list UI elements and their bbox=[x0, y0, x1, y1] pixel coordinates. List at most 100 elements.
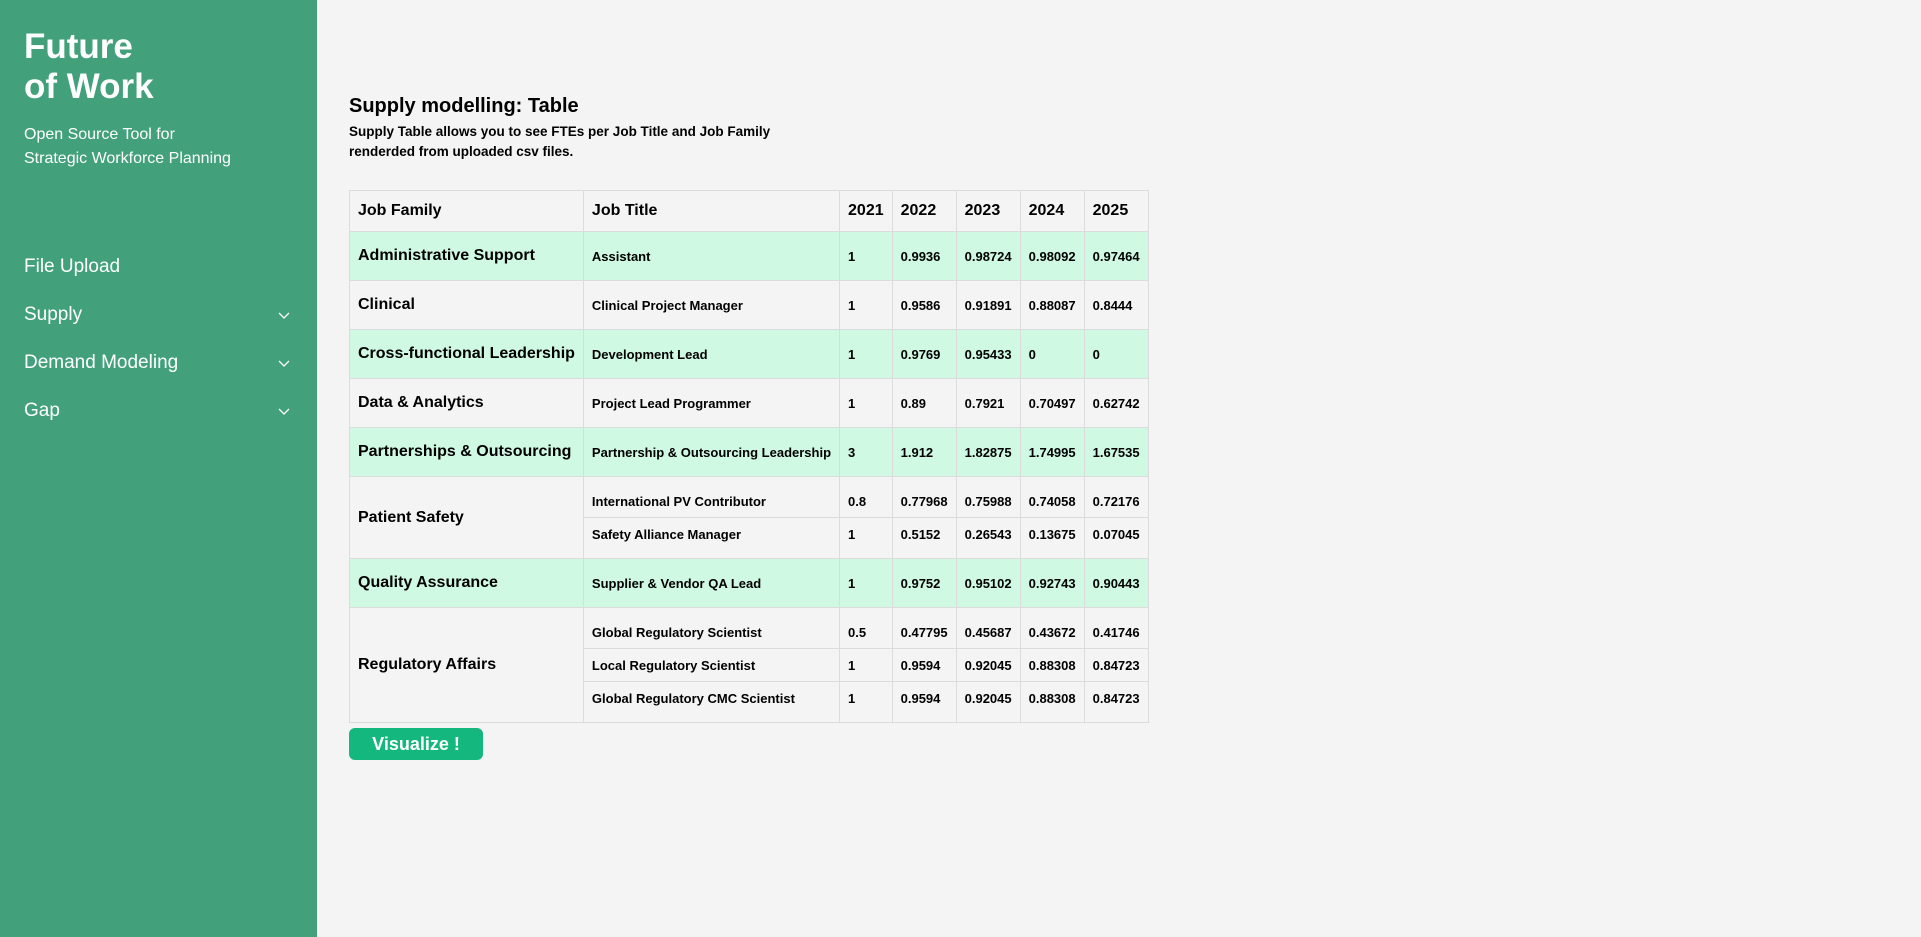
fte-value-cell: 0.41746 bbox=[1083, 607, 1149, 649]
fte-value-cell: 0.9769 bbox=[891, 329, 957, 379]
page-description-line2: renderded from uploaded csv files. bbox=[349, 144, 574, 159]
job-family-cell: Administrative Support bbox=[349, 231, 584, 281]
fte-value-cell: 0.88087 bbox=[1019, 280, 1085, 330]
fte-value-cell: 0.9594 bbox=[891, 648, 957, 682]
table-row: Cross-functional Leadership Development L… bbox=[349, 329, 1149, 379]
table-group: Cross-functional Leadership Development L… bbox=[349, 329, 1149, 379]
fte-value-cell: 0.62742 bbox=[1083, 378, 1149, 428]
table-row: Patient Safety International PV Contribut… bbox=[349, 476, 1149, 559]
fte-value-cell: 0.98724 bbox=[955, 231, 1021, 281]
fte-value-cell: 0.43672 bbox=[1019, 607, 1085, 649]
nav-item-label: File Upload bbox=[24, 256, 121, 277]
sidebar-nav: File Upload Supply Demand Modeling Gap bbox=[0, 251, 317, 443]
job-family-cell: Partnerships & Outsourcing bbox=[349, 427, 584, 477]
job-family-cell: Quality Assurance bbox=[349, 558, 584, 608]
nav-item-label: Supply bbox=[24, 304, 83, 325]
supply-table: Job Family Job Title 2021 2022 2023 2024… bbox=[349, 190, 1149, 723]
chevron-down-icon bbox=[278, 360, 290, 367]
fte-value-cell: 0.92045 bbox=[955, 681, 1021, 723]
fte-value-cell: 0.77968 bbox=[891, 476, 957, 518]
job-title-cell: Project Lead Programmer bbox=[582, 378, 841, 428]
fte-value-cell: 1 bbox=[839, 378, 893, 428]
fte-value-cell: 0.8444 bbox=[1083, 280, 1149, 330]
nav-item-label: Gap bbox=[24, 400, 60, 421]
job-title-cell: Supplier & Vendor QA Lead bbox=[582, 558, 841, 608]
nav-item-demand-modeling[interactable]: Demand Modeling bbox=[0, 347, 317, 395]
fte-value-cell: 0 bbox=[1019, 329, 1085, 379]
app-subtitle-line2: Strategic Workforce Planning bbox=[24, 150, 231, 167]
job-family-cell: Patient Safety bbox=[349, 476, 584, 559]
fte-value-cell: 1 bbox=[839, 558, 893, 608]
job-family-cell: Regulatory Affairs bbox=[349, 607, 584, 723]
fte-value-cell: 1.82875 bbox=[955, 427, 1021, 477]
job-family-cell: Cross-functional Leadership bbox=[349, 329, 584, 379]
fte-value-cell: 0.91891 bbox=[955, 280, 1021, 330]
table-group: Administrative Support Assistant 1 0.9936 0.… bbox=[349, 231, 1149, 281]
fte-value-cell: 0.26543 bbox=[955, 517, 1021, 559]
fte-value-cell: 0.13675 bbox=[1019, 517, 1085, 559]
fte-value-cell: 1 bbox=[839, 280, 893, 330]
fte-value-cell: 0.7921 bbox=[955, 378, 1021, 428]
header-year: 2025 bbox=[1083, 190, 1149, 232]
sidebar: Future of Work Open Source Tool for Stra… bbox=[0, 0, 317, 937]
fte-value-cell: 0.92743 bbox=[1019, 558, 1085, 608]
fte-value-cell: 0.95102 bbox=[955, 558, 1021, 608]
fte-value-cell: 1 bbox=[839, 329, 893, 379]
job-title-cell: Assistant bbox=[582, 231, 841, 281]
fte-value-cell: 0.70497 bbox=[1019, 378, 1085, 428]
page-title: Supply modelling: Table bbox=[349, 95, 579, 117]
job-title-cell: Development Lead bbox=[582, 329, 841, 379]
fte-value-cell: 0.92045 bbox=[955, 648, 1021, 682]
job-title-cell: Partnership & Outsourcing Leadership bbox=[582, 427, 841, 477]
app-title-line2: of Work bbox=[24, 67, 154, 106]
fte-value-cell: 0 bbox=[1083, 329, 1149, 379]
fte-value-cell: 0.5152 bbox=[891, 517, 957, 559]
nav-item-supply[interactable]: Supply bbox=[0, 299, 317, 347]
fte-value-cell: 0.74058 bbox=[1019, 476, 1085, 518]
fte-value-cell: 0.45687 bbox=[955, 607, 1021, 649]
fte-value-cell: 1 bbox=[839, 681, 893, 723]
fte-value-cell: 1 bbox=[839, 517, 893, 559]
fte-value-cell: 0.07045 bbox=[1083, 517, 1149, 559]
fte-value-cell: 0.88308 bbox=[1019, 681, 1085, 723]
visualize-button[interactable]: Visualize ! bbox=[349, 728, 483, 760]
fte-value-cell: 0.98092 bbox=[1019, 231, 1085, 281]
header-job-family: Job Family bbox=[349, 190, 584, 232]
fte-value-cell: 0.89 bbox=[891, 378, 957, 428]
app-subtitle: Open Source Tool for Strategic Workforce… bbox=[24, 123, 231, 171]
header-job-title: Job Title bbox=[582, 190, 841, 232]
nav-item-label: Demand Modeling bbox=[24, 352, 179, 373]
fte-value-cell: 0.84723 bbox=[1083, 681, 1149, 723]
table-group: Clinical Clinical Project Manager 1 0.9586 0… bbox=[349, 280, 1149, 330]
table-group: Quality Assurance Supplier & Vendor QA Le… bbox=[349, 558, 1149, 608]
nav-item-file-upload[interactable]: File Upload bbox=[0, 251, 317, 299]
table-group: Regulatory Affairs Global Regulatory Scie… bbox=[349, 607, 1149, 723]
nav-item-gap[interactable]: Gap bbox=[0, 395, 317, 443]
app-subtitle-line1: Open Source Tool for bbox=[24, 126, 175, 143]
table-row: Clinical Clinical Project Manager 1 0.9586 0… bbox=[349, 280, 1149, 330]
fte-value-cell: 0.72176 bbox=[1083, 476, 1149, 518]
header-year: 2021 bbox=[839, 190, 893, 232]
header-year: 2023 bbox=[955, 190, 1021, 232]
table-group: Data & Analytics Project Lead Programmer 1… bbox=[349, 378, 1149, 428]
fte-value-cell: 1 bbox=[839, 648, 893, 682]
app-title-line1: Future bbox=[24, 27, 133, 66]
fte-value-cell: 0.8 bbox=[839, 476, 893, 518]
fte-value-cell: 0.95433 bbox=[955, 329, 1021, 379]
table-row: Administrative Support Assistant 1 0.9936 0.… bbox=[349, 231, 1149, 281]
chevron-down-icon bbox=[278, 408, 290, 415]
table-row: Partnerships & Outsourcing Partnership & … bbox=[349, 427, 1149, 477]
job-title-cell: International PV Contributor bbox=[582, 476, 841, 518]
header-year: 2024 bbox=[1019, 190, 1085, 232]
fte-value-cell: 0.9586 bbox=[891, 280, 957, 330]
header-year: 2022 bbox=[891, 190, 957, 232]
fte-value-cell: 0.9936 bbox=[891, 231, 957, 281]
fte-value-cell: 1.74995 bbox=[1019, 427, 1085, 477]
fte-value-cell: 0.88308 bbox=[1019, 648, 1085, 682]
fte-value-cell: 1.912 bbox=[891, 427, 957, 477]
fte-value-cell: 0.84723 bbox=[1083, 648, 1149, 682]
chevron-down-icon bbox=[278, 312, 290, 319]
job-title-cell: Safety Alliance Manager bbox=[582, 517, 841, 559]
fte-value-cell: 0.9752 bbox=[891, 558, 957, 608]
fte-value-cell: 0.5 bbox=[839, 607, 893, 649]
